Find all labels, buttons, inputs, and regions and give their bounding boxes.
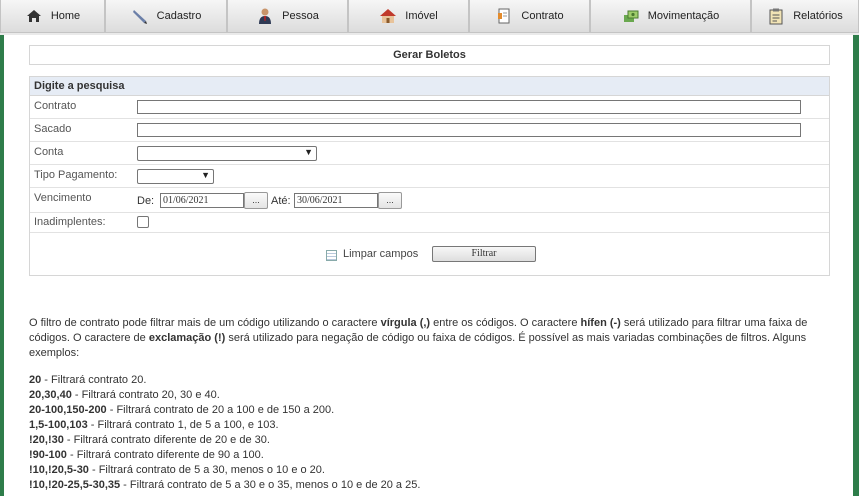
example-desc: - Filtrará contrato de 5 a 30, menos o 1… — [88, 464, 325, 476]
example-desc: - Filtrará contrato 20, 30 e 40. — [71, 389, 220, 401]
example-code: !90-100 — [29, 449, 67, 461]
nav-cadastro-label: Cadastro — [156, 10, 202, 22]
vencimento-ate-picker-button[interactable]: ... — [378, 192, 402, 209]
pen-icon — [132, 10, 147, 24]
nav-home[interactable]: Home — [0, 0, 105, 33]
example-code: !10,!20,5-30 — [29, 464, 89, 476]
example-item: 1,5-100,103 - Filtrará contrato 1, de 5 … — [29, 418, 829, 433]
example-item: !20,!30 - Filtrará contrato diferente de… — [29, 433, 829, 448]
example-item: !10,!20-25,5-30,35 - Filtrará contrato d… — [29, 478, 829, 493]
chevron-down-icon: ▼ — [304, 147, 313, 157]
example-item: 20 - Filtrará contrato 20. — [29, 373, 829, 388]
example-code: 20 — [29, 374, 42, 386]
main-panel: Gerar Boletos Digite a pesquisa Contrato… — [4, 35, 853, 496]
example-desc: - Filtrará contrato 20. — [41, 374, 147, 386]
conta-select[interactable]: ▼ — [137, 146, 317, 161]
example-desc: - Filtrará contrato 1, de 5 a 100, e 103… — [87, 419, 279, 431]
nav-imovel-label: Imóvel — [405, 10, 438, 22]
nav-cadastro[interactable]: Cadastro — [105, 0, 227, 33]
example-item: 20,30,40 - Filtrará contrato 20, 30 e 40… — [29, 388, 829, 403]
person-icon — [259, 8, 272, 24]
vencimento-de-input[interactable]: 01/06/2021 — [160, 193, 244, 208]
nav-pessoa[interactable]: Pessoa — [227, 0, 348, 33]
conta-label: Conta — [34, 146, 64, 158]
help-paragraph: O filtro de contrato pode filtrar mais d… — [29, 316, 829, 361]
inadimplentes-row: Inadimplentes: — [30, 213, 829, 233]
nav-movimentacao-label: Movimentação — [647, 10, 720, 22]
help-text: O filtro de contrato pode filtrar mais d… — [29, 316, 829, 493]
contrato-row: Contrato — [30, 96, 829, 119]
sacado-row: Sacado — [30, 119, 829, 142]
nav-home-label: Home — [50, 10, 81, 22]
tipo-pagamento-select[interactable]: ▼ — [137, 169, 214, 184]
vencimento-row: Vencimento De: 01/06/2021 ... Até: 30/06… — [30, 188, 829, 213]
example-desc: - Filtrará contrato de 5 a 30 e o 35, me… — [120, 479, 421, 491]
clipboard-icon — [769, 8, 783, 25]
nav-pessoa-label: Pessoa — [282, 10, 319, 22]
example-item: 20-100,150-200 - Filtrará contrato de 20… — [29, 403, 829, 418]
chevron-down-icon: ▼ — [201, 170, 210, 180]
search-form-header: Digite a pesquisa — [30, 77, 829, 96]
nav-relatorios-label: Relatórios — [793, 10, 843, 22]
home-icon — [26, 10, 41, 22]
conta-row: Conta ▼ — [30, 142, 829, 165]
help-bold-comma: vírgula (,) — [380, 317, 431, 329]
nav-contrato[interactable]: Contrato — [469, 0, 590, 33]
clear-fields-icon[interactable] — [326, 250, 337, 261]
contract-icon — [498, 8, 510, 24]
money-icon — [623, 10, 639, 22]
example-desc: - Filtrará contrato diferente de 90 a 10… — [66, 449, 264, 461]
ate-label: Até: — [271, 195, 291, 207]
example-code: !10,!20-25,5-30,35 — [29, 479, 121, 491]
tipo-pagamento-label: Tipo Pagamento: — [34, 169, 118, 181]
inadimplentes-label: Inadimplentes: — [34, 216, 106, 228]
example-item: !90-100 - Filtrará contrato diferente de… — [29, 448, 829, 463]
nav-movimentacao[interactable]: Movimentação — [590, 0, 751, 33]
clear-fields-link[interactable]: Limpar campos — [343, 248, 418, 260]
help-text-part: entre os códigos. O caractere — [430, 317, 581, 329]
nav-relatorios[interactable]: Relatórios — [751, 0, 859, 33]
example-code: 1,5-100,103 — [29, 419, 88, 431]
page-title: Gerar Boletos — [29, 45, 830, 65]
form-actions: Limpar campos Filtrar — [30, 233, 829, 275]
example-item: !10,!20,5-30 - Filtrará contrato de 5 a … — [29, 463, 829, 478]
example-desc: - Filtrará contrato de 20 a 100 e de 150… — [106, 404, 335, 416]
vencimento-ate-input[interactable]: 30/06/2021 — [294, 193, 378, 208]
help-bold-exclamation: exclamação (!) — [148, 332, 226, 344]
vencimento-label: Vencimento — [34, 192, 92, 204]
main-navbar: Home Cadastro Pessoa Imóvel Contrato Mov… — [0, 0, 859, 35]
de-label: De: — [137, 195, 155, 207]
example-code: 20-100,150-200 — [29, 404, 107, 416]
nav-contrato-label: Contrato — [521, 10, 564, 22]
nav-imovel[interactable]: Imóvel — [348, 0, 469, 33]
example-desc: - Filtrará contrato diferente de 20 e de… — [63, 434, 270, 446]
vencimento-de-picker-button[interactable]: ... — [244, 192, 268, 209]
filter-button[interactable]: Filtrar — [432, 246, 536, 262]
help-examples: 20 - Filtrará contrato 20. 20,30,40 - Fi… — [29, 373, 829, 493]
inadimplentes-checkbox[interactable] — [137, 216, 149, 228]
help-text-part: O filtro de contrato pode filtrar mais d… — [29, 317, 381, 329]
tipo-pagamento-row: Tipo Pagamento: ▼ — [30, 165, 829, 188]
search-form: Digite a pesquisa Contrato Sacado Conta … — [29, 76, 830, 276]
contrato-label: Contrato — [34, 100, 77, 112]
sacado-label: Sacado — [34, 123, 72, 135]
example-code: !20,!30 — [29, 434, 64, 446]
help-bold-hyphen: hífen (-) — [580, 317, 621, 329]
example-code: 20,30,40 — [29, 389, 72, 401]
house-icon — [380, 9, 397, 23]
contrato-input[interactable] — [137, 100, 801, 114]
sacado-input[interactable] — [137, 123, 801, 137]
